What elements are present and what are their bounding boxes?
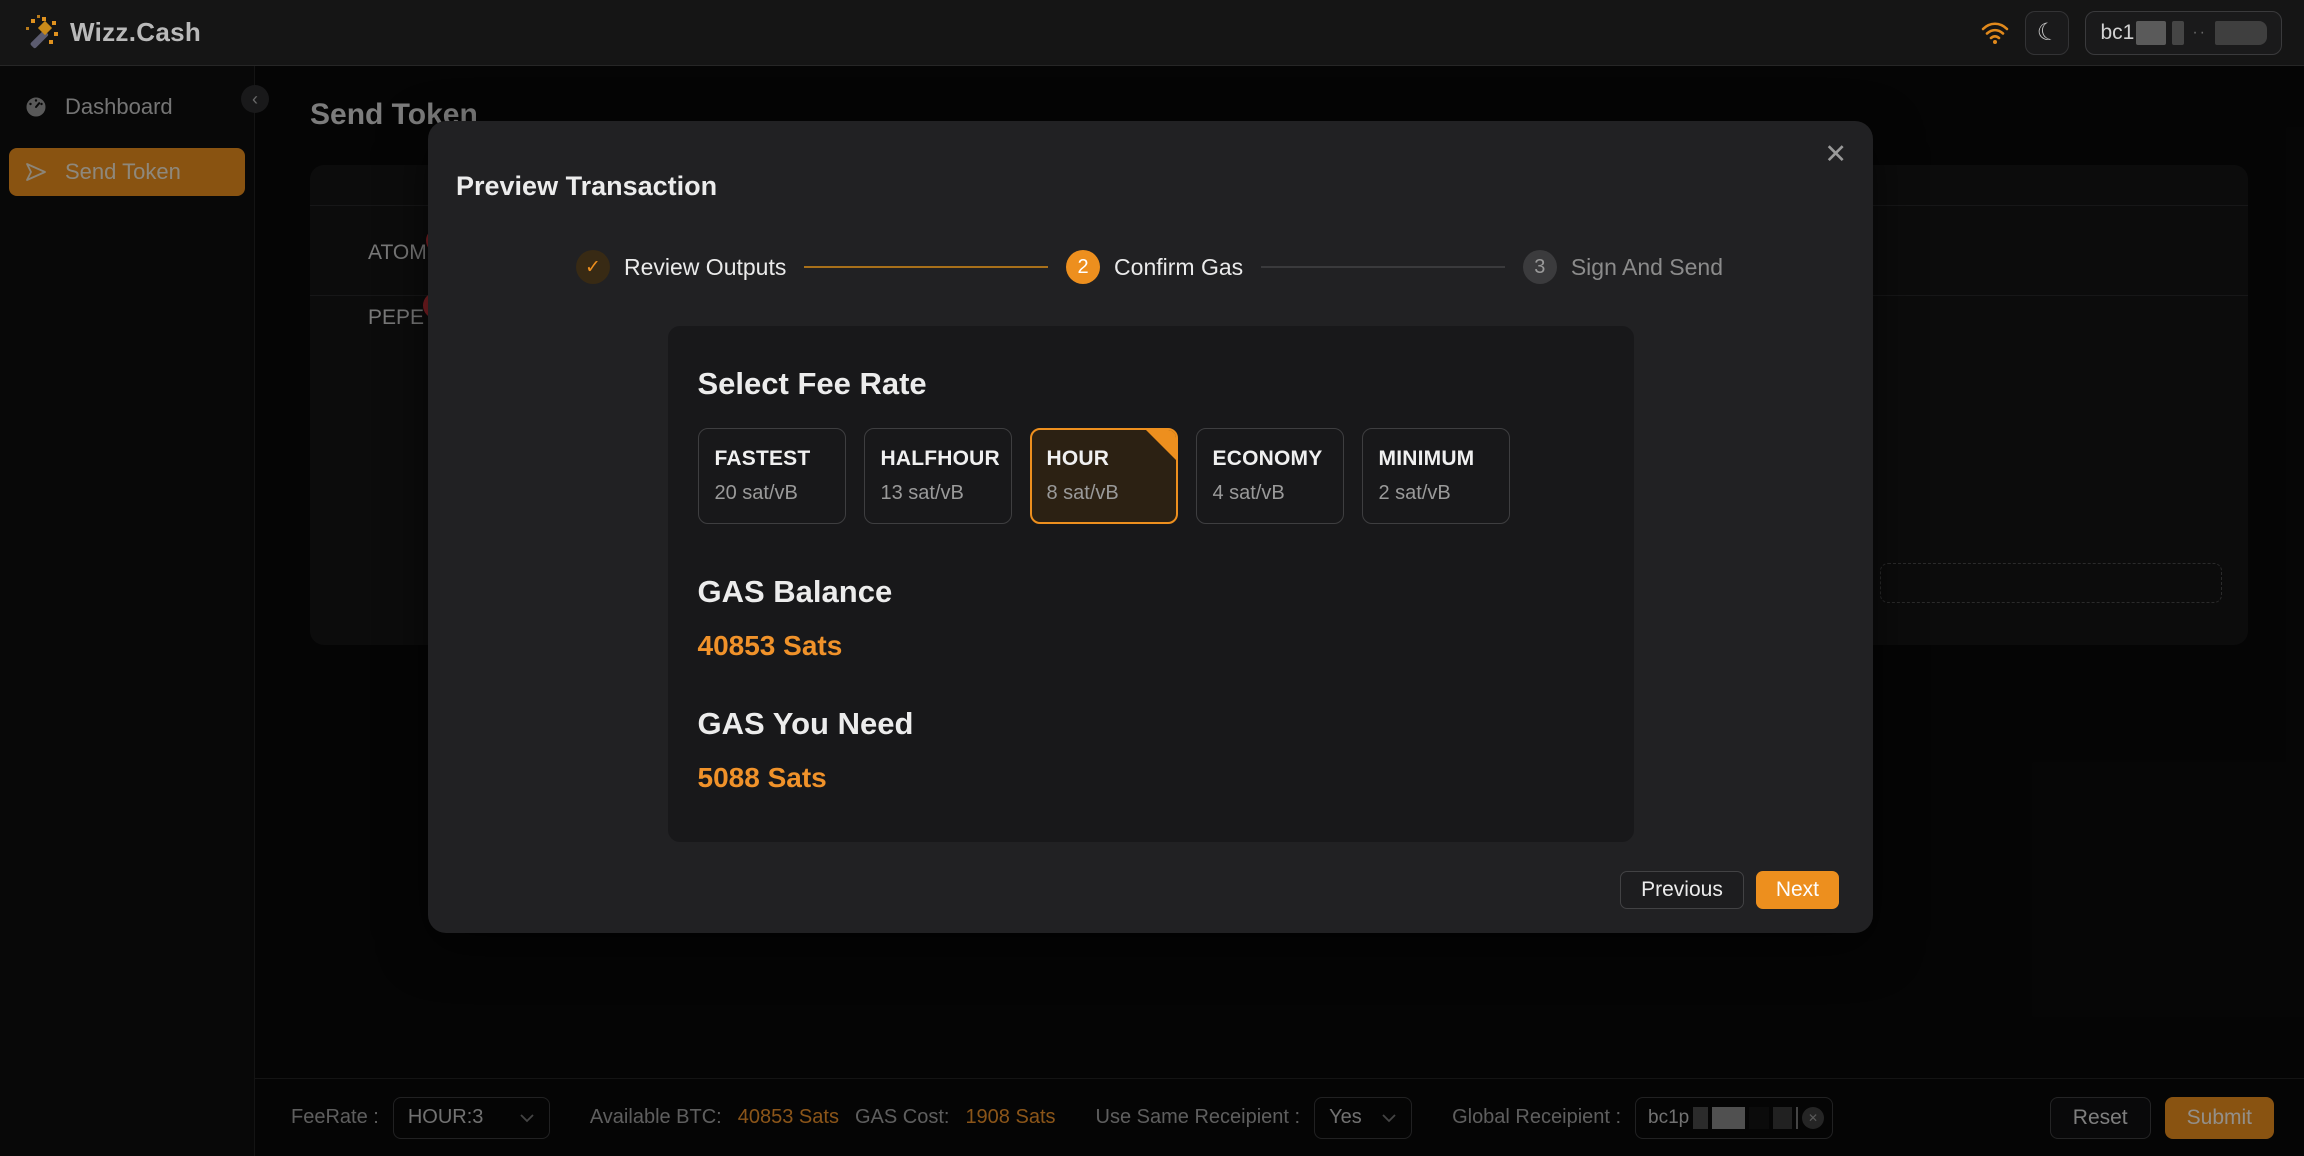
- step-3-label: Sign And Send: [1571, 254, 1723, 281]
- fee-option-name: HALFHOUR: [881, 447, 1011, 471]
- modal-actions: Previous Next: [1620, 871, 1839, 909]
- step-1-label: Review Outputs: [624, 254, 786, 281]
- address-redaction-block: [2172, 21, 2184, 45]
- magic-wand-icon: [22, 15, 58, 51]
- address-redaction-block: [2215, 21, 2267, 45]
- address-redaction-block: [2136, 21, 2166, 45]
- step-2-circle: 2: [1066, 250, 1100, 284]
- fee-option-halfhour[interactable]: HALFHOUR 13 sat/vB: [864, 428, 1012, 524]
- transaction-stepper: ✓ Review Outputs 2 Confirm Gas 3 Sign An…: [576, 250, 1723, 284]
- gas-balance-label: GAS Balance: [698, 574, 1604, 610]
- screen: Wizz.Cash ☾ bc1 ··: [0, 0, 2304, 1156]
- theme-toggle-button[interactable]: ☾: [2025, 11, 2069, 55]
- app-title: Wizz.Cash: [70, 17, 201, 48]
- modal-close-button[interactable]: ✕: [1824, 139, 1847, 170]
- fee-option-rate: 4 sat/vB: [1213, 482, 1343, 505]
- gas-need-value: 5088 Sats: [698, 762, 1604, 794]
- fee-option-economy[interactable]: ECONOMY 4 sat/vB: [1196, 428, 1344, 524]
- previous-button[interactable]: Previous: [1620, 871, 1744, 909]
- step-1-circle: ✓: [576, 250, 610, 284]
- fee-option-minimum[interactable]: MINIMUM 2 sat/vB: [1362, 428, 1510, 524]
- check-icon: ✓: [585, 256, 601, 279]
- fee-option-name: FASTEST: [715, 447, 845, 471]
- gas-need-label: GAS You Need: [698, 706, 1604, 742]
- fee-option-name: MINIMUM: [1379, 447, 1509, 471]
- step-3-circle: 3: [1523, 250, 1557, 284]
- fee-option-rate: 20 sat/vB: [715, 482, 845, 505]
- wallet-address-text: bc1: [2100, 21, 2134, 45]
- selected-corner-flag: [1146, 430, 1176, 460]
- gas-balance-value: 40853 Sats: [698, 630, 1604, 662]
- wallet-address-pill[interactable]: bc1 ··: [2085, 11, 2282, 55]
- preview-transaction-modal: ✕ Preview Transaction ✓ Review Outputs 2…: [428, 121, 1873, 933]
- header-actions: ☾ bc1 ··: [1981, 11, 2282, 55]
- modal-title: Preview Transaction: [456, 171, 1873, 202]
- step-2-label: Confirm Gas: [1114, 254, 1243, 281]
- fee-section-title: Select Fee Rate: [698, 366, 1604, 402]
- close-icon: ✕: [1824, 139, 1847, 169]
- fee-option-hour-selected[interactable]: HOUR 8 sat/vB: [1030, 428, 1178, 524]
- fee-option-rate: 13 sat/vB: [881, 482, 1011, 505]
- moon-icon: ☾: [2034, 16, 2061, 49]
- fee-rate-options: FASTEST 20 sat/vB HALFHOUR 13 sat/vB HOU…: [698, 428, 1604, 524]
- wifi-icon: [1981, 20, 2009, 46]
- app-header: Wizz.Cash ☾ bc1 ··: [0, 0, 2304, 66]
- confirm-gas-panel: Select Fee Rate FASTEST 20 sat/vB HALFHO…: [668, 326, 1634, 842]
- step-connector-done: [804, 266, 1048, 268]
- fee-option-name: ECONOMY: [1213, 447, 1343, 471]
- fee-option-fastest[interactable]: FASTEST 20 sat/vB: [698, 428, 846, 524]
- app-logo: Wizz.Cash: [22, 15, 201, 51]
- address-ellipsis: ··: [2192, 24, 2207, 42]
- fee-option-rate: 2 sat/vB: [1379, 482, 1509, 505]
- next-button[interactable]: Next: [1756, 871, 1839, 909]
- fee-option-rate: 8 sat/vB: [1047, 482, 1176, 505]
- step-connector-pending: [1261, 266, 1505, 268]
